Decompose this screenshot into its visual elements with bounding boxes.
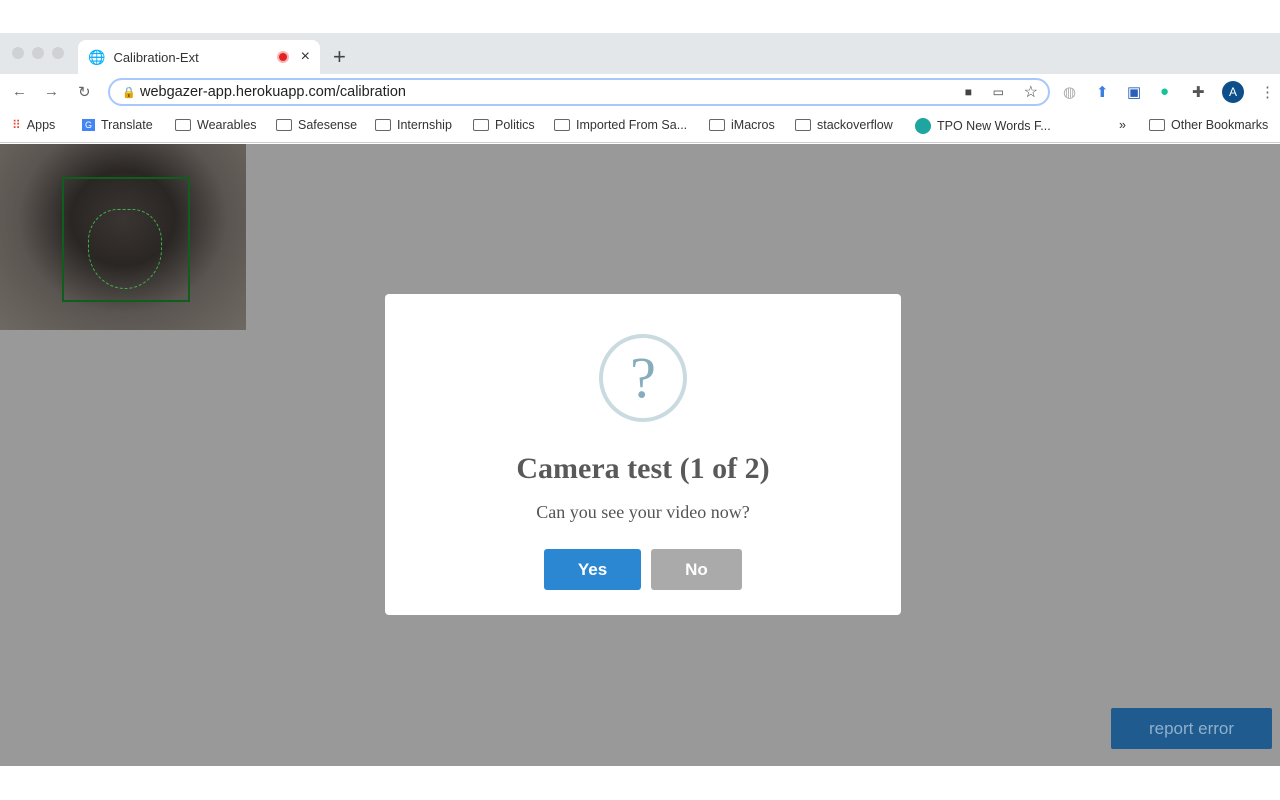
face-detection-box bbox=[62, 177, 190, 302]
folder-icon bbox=[709, 119, 725, 131]
back-icon[interactable]: ← bbox=[12, 83, 27, 100]
reload-icon[interactable]: ↻ bbox=[78, 83, 91, 101]
bookmark-label: Internship bbox=[397, 118, 452, 132]
new-tab-button[interactable]: + bbox=[333, 44, 346, 70]
yes-button[interactable]: Yes bbox=[544, 549, 641, 590]
bookmark-label: TPO New Words F... bbox=[937, 119, 1051, 133]
bookmarks-overflow-button[interactable]: » bbox=[1119, 118, 1126, 132]
menu-kebab-icon[interactable]: ⋮ bbox=[1260, 83, 1275, 101]
bookmark-internship[interactable]: Internship bbox=[375, 118, 452, 132]
face-mesh bbox=[88, 209, 162, 289]
url-text: webgazer-app.herokuapp.com/calibration bbox=[140, 84, 406, 100]
window-minimize-button[interactable] bbox=[32, 47, 44, 59]
bookmark-label: Other Bookmarks bbox=[1171, 118, 1269, 132]
star-icon[interactable]: ☆ bbox=[1024, 82, 1038, 102]
bookmark-other[interactable]: Other Bookmarks bbox=[1149, 118, 1268, 132]
bookmark-label: Apps bbox=[26, 118, 56, 132]
forward-icon[interactable]: → bbox=[44, 83, 59, 100]
bookmark-label: Imported From Sa... bbox=[576, 118, 688, 132]
tpo-logo-icon bbox=[915, 118, 931, 134]
bookmark-wearables[interactable]: Wearables bbox=[175, 118, 257, 132]
bookmark-label: Wearables bbox=[197, 118, 257, 132]
tab-title: Calibration-Ext bbox=[113, 49, 199, 65]
question-icon: ? bbox=[599, 334, 687, 422]
folder-icon bbox=[554, 119, 570, 131]
folder-icon bbox=[473, 119, 489, 131]
lock-icon: 🔒 bbox=[122, 86, 136, 99]
bookmark-imacros[interactable]: iMacros bbox=[709, 118, 775, 132]
profile-avatar[interactable]: A bbox=[1222, 81, 1244, 103]
globe-icon: 🌐 bbox=[88, 48, 106, 65]
cast-icon[interactable]: ▭ bbox=[993, 85, 1004, 99]
window-close-button[interactable] bbox=[12, 47, 24, 59]
folder-icon bbox=[375, 119, 391, 131]
overflow-label: » bbox=[1119, 118, 1126, 132]
folder-icon bbox=[175, 119, 191, 131]
address-bar[interactable]: 🔒 webgazer-app.herokuapp.com/calibration… bbox=[108, 78, 1050, 106]
recording-icon bbox=[276, 51, 289, 63]
bookmark-imported[interactable]: Imported From Sa... bbox=[554, 118, 687, 132]
bookmark-label: Safesense bbox=[298, 118, 358, 132]
bookmark-translate[interactable]: G Translate bbox=[82, 118, 153, 132]
browser-tab[interactable]: 🌐 Calibration-Ext × bbox=[78, 40, 320, 74]
bookmark-safesense[interactable]: Safesense bbox=[276, 118, 357, 132]
translate-icon: G bbox=[82, 119, 96, 131]
folder-icon bbox=[1149, 119, 1165, 131]
bookmark-label: Translate bbox=[101, 118, 153, 132]
save-extension-icon[interactable]: ▣ bbox=[1127, 83, 1141, 101]
folder-icon bbox=[795, 119, 811, 131]
bookmark-tpo[interactable]: TPO New Words F... bbox=[915, 118, 1051, 134]
extension-arrow-icon[interactable]: ⬆ bbox=[1096, 83, 1109, 101]
apps-grid-icon: ⠿ bbox=[12, 118, 21, 132]
dialog-message: Can you see your video now? bbox=[536, 502, 750, 522]
bookmark-label: iMacros bbox=[731, 118, 775, 132]
report-error-button[interactable]: report error bbox=[1111, 708, 1272, 749]
camera-icon[interactable]: ■ bbox=[965, 85, 972, 99]
bookmark-label: Politics bbox=[495, 118, 535, 132]
folder-icon bbox=[276, 119, 292, 131]
bookmark-apps[interactable]: ⠿ Apps bbox=[12, 118, 55, 132]
bookmarks-bar: ⠿ Apps G Translate Wearables Safesense Int… bbox=[0, 110, 1280, 143]
close-tab-icon[interactable]: × bbox=[301, 48, 310, 66]
bookmark-stackoverflow[interactable]: stackoverflow bbox=[795, 118, 893, 132]
bookmark-label: stackoverflow bbox=[817, 118, 893, 132]
window-maximize-button[interactable] bbox=[52, 47, 64, 59]
extensions-puzzle-icon[interactable]: ✚ bbox=[1192, 83, 1205, 101]
dialog-title: Camera test (1 of 2) bbox=[516, 452, 770, 485]
grammarly-icon[interactable]: ● bbox=[1160, 83, 1169, 100]
no-button[interactable]: No bbox=[651, 549, 742, 590]
camera-test-dialog: ? Camera test (1 of 2) Can you see your … bbox=[385, 294, 901, 615]
globe-extension-icon[interactable]: ◍ bbox=[1063, 83, 1076, 101]
bookmark-politics[interactable]: Politics bbox=[473, 118, 535, 132]
